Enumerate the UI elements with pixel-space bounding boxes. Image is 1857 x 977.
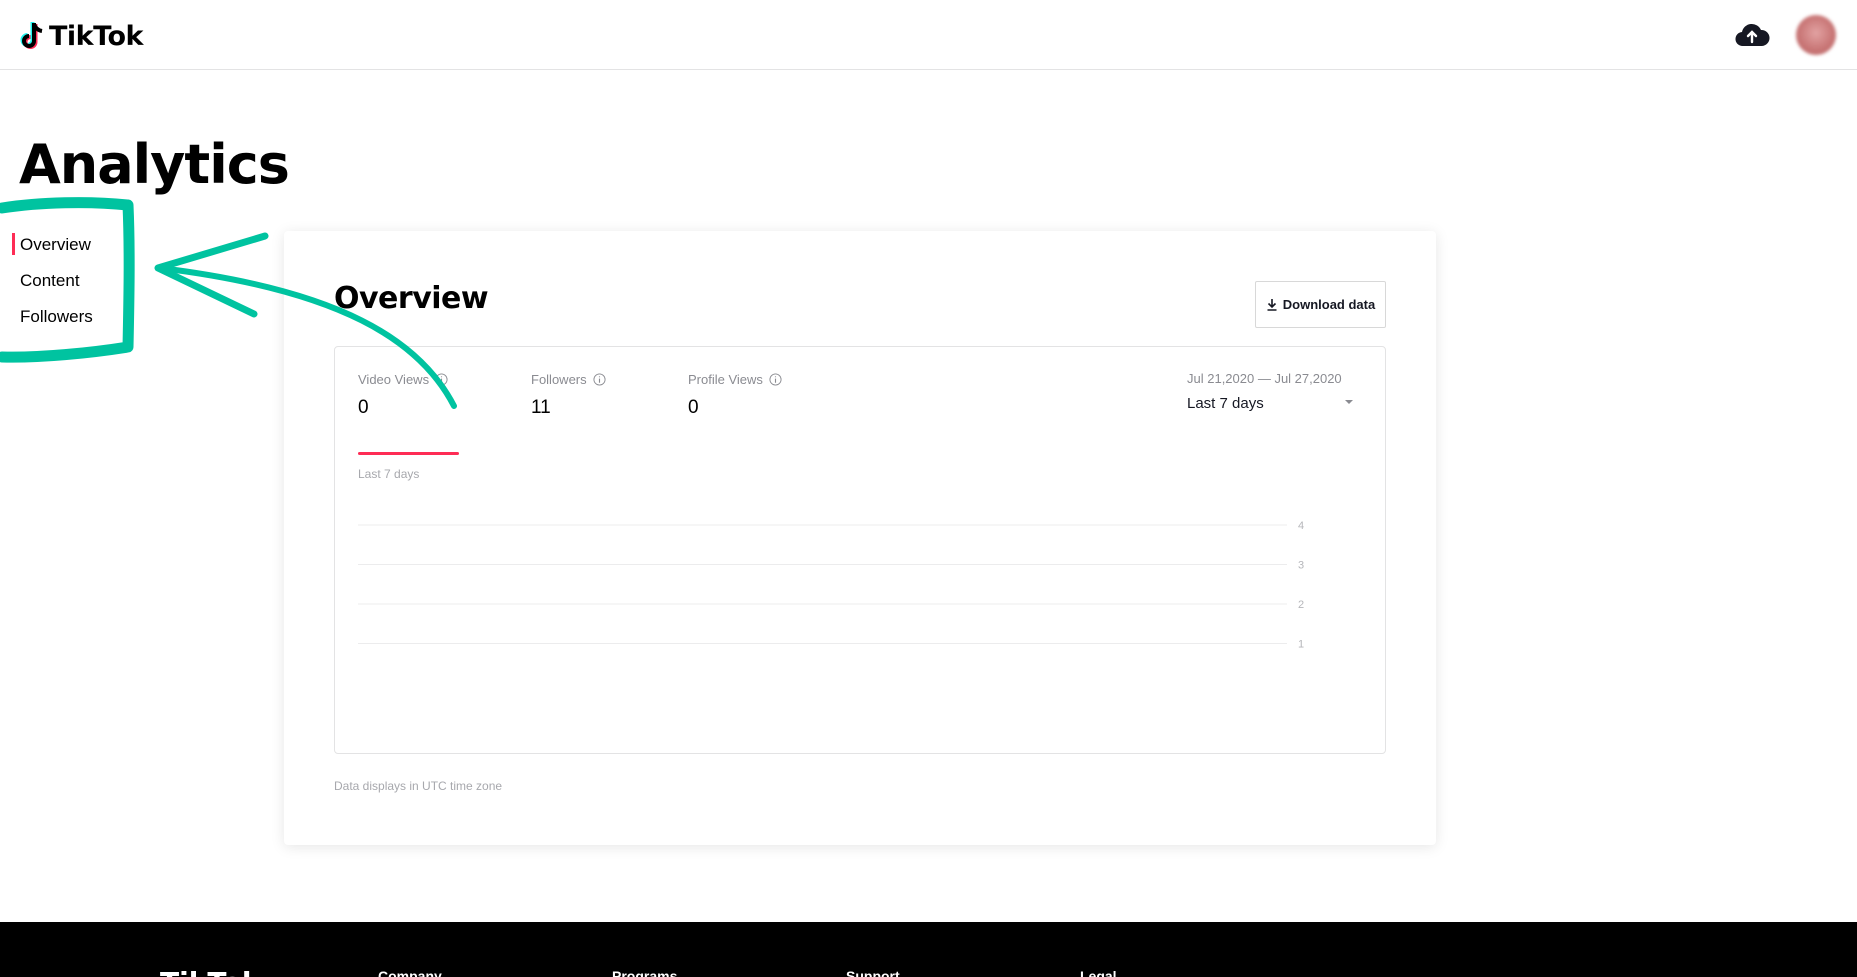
timezone-footnote: Data displays in UTC time zone: [334, 779, 503, 793]
arrow-head: [154, 232, 269, 318]
footer-column-legal[interactable]: Legal: [1080, 968, 1117, 977]
y-tick-label: 3: [1298, 560, 1304, 572]
top-navigation-bar: TikTok: [0, 0, 1857, 70]
tiktok-note-icon: [20, 22, 43, 49]
y-tick-label: 4: [1298, 520, 1304, 532]
y-tick-label: 2: [1298, 599, 1304, 611]
overview-card: Overview Download data Video Views 0 Fol…: [284, 231, 1436, 845]
footer-column-support[interactable]: Support: [846, 968, 900, 977]
metrics-panel: Video Views 0 Followers 11 Profile Views…: [334, 346, 1386, 754]
sidebar-item-content[interactable]: Content: [20, 271, 80, 291]
tiktok-logo[interactable]: TikTok: [20, 16, 143, 56]
footer-column-programs[interactable]: Programs: [612, 968, 677, 977]
footer-column-company[interactable]: Company: [378, 968, 442, 977]
footer-brand[interactable]: TikTok: [160, 966, 261, 977]
user-avatar[interactable]: [1796, 15, 1836, 55]
sidebar-item-followers[interactable]: Followers: [20, 307, 93, 327]
y-tick-label: 1: [1298, 639, 1304, 651]
download-icon: [1267, 299, 1277, 311]
views-line-chart: 01234Jul 21Jul 22Jul 23Jul 24Jul 25Jul 2…: [358, 520, 1304, 651]
download-data-label: Download data: [1282, 297, 1376, 312]
page-title: Analytics: [19, 133, 290, 196]
sidebar-item-overview[interactable]: Overview: [12, 233, 91, 255]
brand-name: TikTok: [49, 20, 143, 52]
page-footer: TikTok Company Programs Support Legal: [0, 922, 1857, 977]
overview-title: Overview: [334, 281, 489, 316]
download-data-button[interactable]: Download data: [1255, 281, 1386, 328]
cloud-upload-icon[interactable]: [1734, 21, 1770, 51]
